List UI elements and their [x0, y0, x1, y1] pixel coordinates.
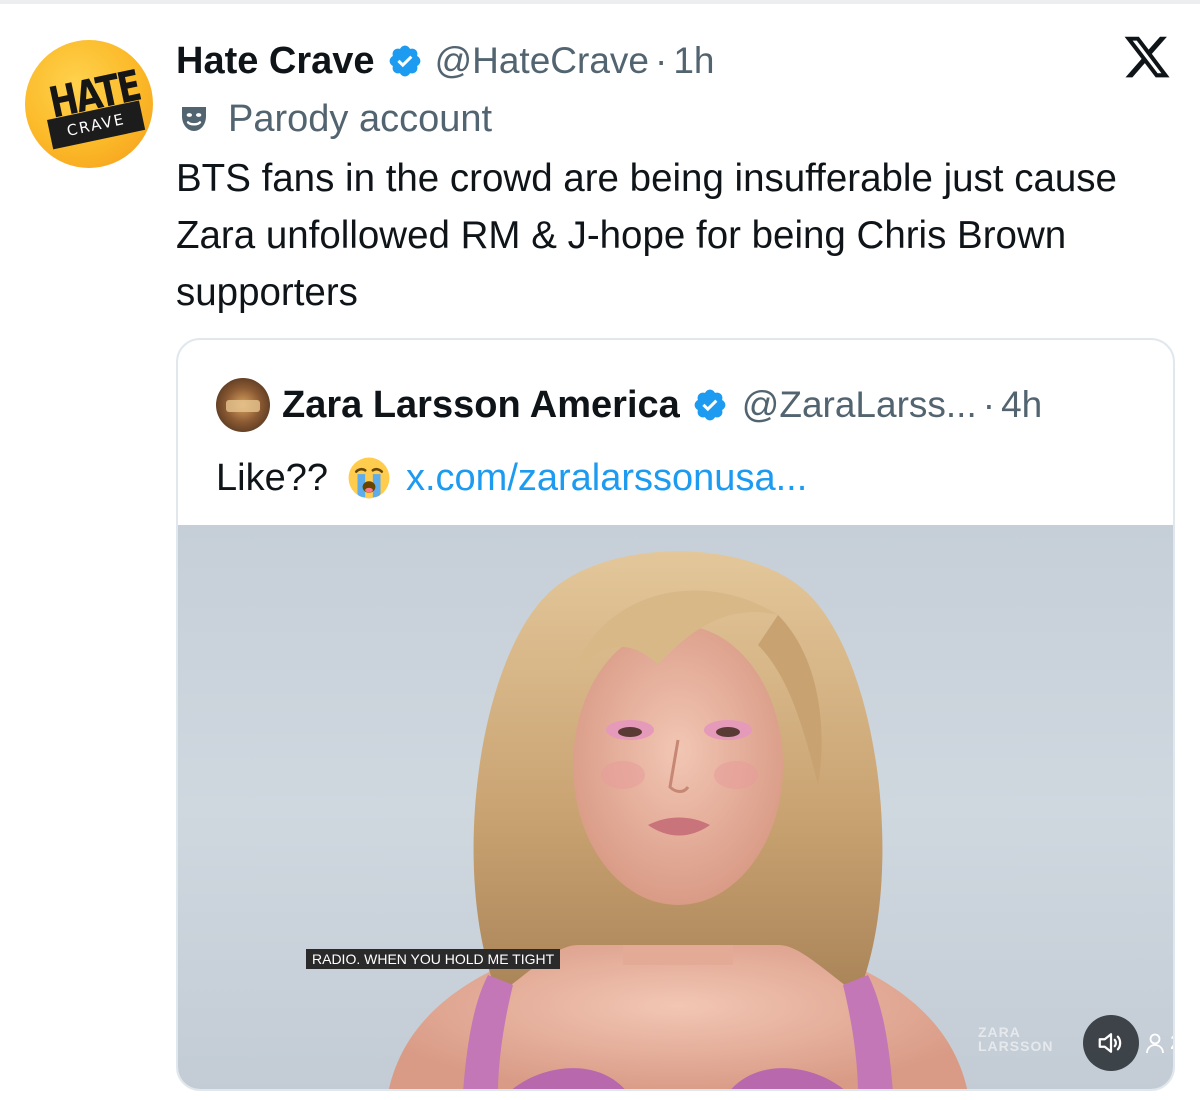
video-subtitle: RADIO. WHEN YOU HOLD ME TIGHT — [306, 949, 561, 969]
quoted-tweet-text-line: Like?? x.com/zaralarssonusa... — [216, 452, 807, 504]
speaker-icon — [1098, 1033, 1122, 1053]
tweet-body-text: BTS fans in the crowd are being insuffer… — [176, 157, 1117, 314]
quoted-tweet-timestamp[interactable]: 4h — [1001, 384, 1042, 426]
quoted-author-avatar[interactable] — [216, 378, 270, 432]
author-avatar[interactable]: HATE CRAVE — [25, 40, 153, 168]
tweet-header: Hate Crave @HateCrave · 1h — [176, 36, 714, 86]
video-player[interactable]: RADIO. WHEN YOU HOLD ME TIGHT ZARA LARSS… — [178, 525, 1173, 1089]
verified-badge-icon — [694, 389, 726, 421]
theater-mask-icon — [182, 107, 206, 131]
separator-dot: · — [654, 40, 668, 81]
quoted-tweet-header: Zara Larsson America @ZaraLarss... · 4h — [216, 378, 1042, 432]
author-handle[interactable]: @HateCrave — [435, 40, 649, 82]
viewer-count-number: 2 — [1170, 1032, 1173, 1055]
video-watermark: ZARA LARSSON — [978, 1024, 1054, 1054]
quoted-author-handle[interactable]: @ZaraLarss... — [742, 384, 977, 426]
video-frame-image — [389, 551, 967, 1089]
quoted-author-display-name[interactable]: Zara Larsson America — [282, 384, 680, 427]
person-icon — [1146, 1033, 1164, 1054]
separator-dot: · — [982, 384, 996, 425]
mute-toggle-button[interactable] — [1083, 1015, 1139, 1071]
tweet-timestamp[interactable]: 1h — [673, 40, 714, 82]
parody-account-label: Parody account — [178, 96, 492, 142]
author-display-name[interactable]: Hate Crave — [176, 40, 375, 83]
loudly-crying-face-icon — [348, 457, 390, 499]
parody-label-text: Parody account — [228, 97, 493, 140]
quoted-tweet-link[interactable]: x.com/zaralarssonusa... — [406, 457, 807, 500]
top-divider — [0, 0, 1200, 4]
viewer-count: 2 — [1144, 1027, 1173, 1059]
quoted-tweet-card[interactable]: Zara Larsson America @ZaraLarss... · 4h … — [176, 338, 1175, 1091]
quoted-tweet-text: Like?? — [216, 456, 328, 499]
x-logo-icon[interactable] — [1122, 32, 1172, 82]
verified-badge-icon — [389, 45, 420, 77]
